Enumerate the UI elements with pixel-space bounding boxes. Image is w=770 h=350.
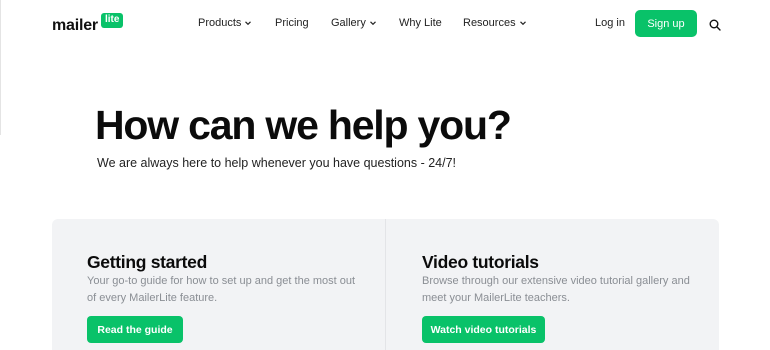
card-description: Your go-to guide for how to set up and g… — [87, 275, 356, 304]
nav-resources-label: Resources — [463, 17, 516, 29]
nav-products[interactable]: Products — [198, 17, 252, 29]
nav-gallery-label: Gallery — [331, 17, 366, 29]
nav-resources[interactable]: Resources — [463, 17, 527, 29]
nav-products-label: Products — [198, 17, 242, 29]
logo-badge: lite — [101, 13, 124, 28]
page-subtitle: We are always here to help whenever you … — [97, 156, 457, 170]
card-title: Video tutorials — [422, 252, 539, 272]
search-icon[interactable] — [709, 18, 721, 31]
page-title: How can we help you? — [95, 102, 512, 148]
chevron-down-icon — [369, 19, 377, 27]
nav-why-lite[interactable]: Why Lite — [399, 17, 442, 29]
chevron-down-icon — [519, 19, 527, 27]
login-link[interactable]: Log in — [595, 17, 625, 29]
signup-button[interactable]: Sign up — [635, 10, 697, 37]
read-guide-button[interactable]: Read the guide — [87, 316, 183, 343]
card-title: Getting started — [87, 252, 207, 272]
chevron-down-icon — [244, 19, 252, 27]
watch-tutorials-button[interactable]: Watch video tutorials — [422, 316, 545, 343]
logo-wordmark: mailer — [52, 17, 98, 34]
card-description: Browse through our extensive video tutor… — [422, 275, 690, 304]
cards-divider — [385, 219, 386, 350]
nav-gallery[interactable]: Gallery — [331, 17, 377, 29]
nav-why-lite-label: Why Lite — [399, 17, 442, 29]
site-header: mailer lite Products Pricing Gallery Why… — [0, 0, 770, 48]
nav-pricing[interactable]: Pricing — [275, 17, 309, 29]
nav-pricing-label: Pricing — [275, 17, 309, 29]
